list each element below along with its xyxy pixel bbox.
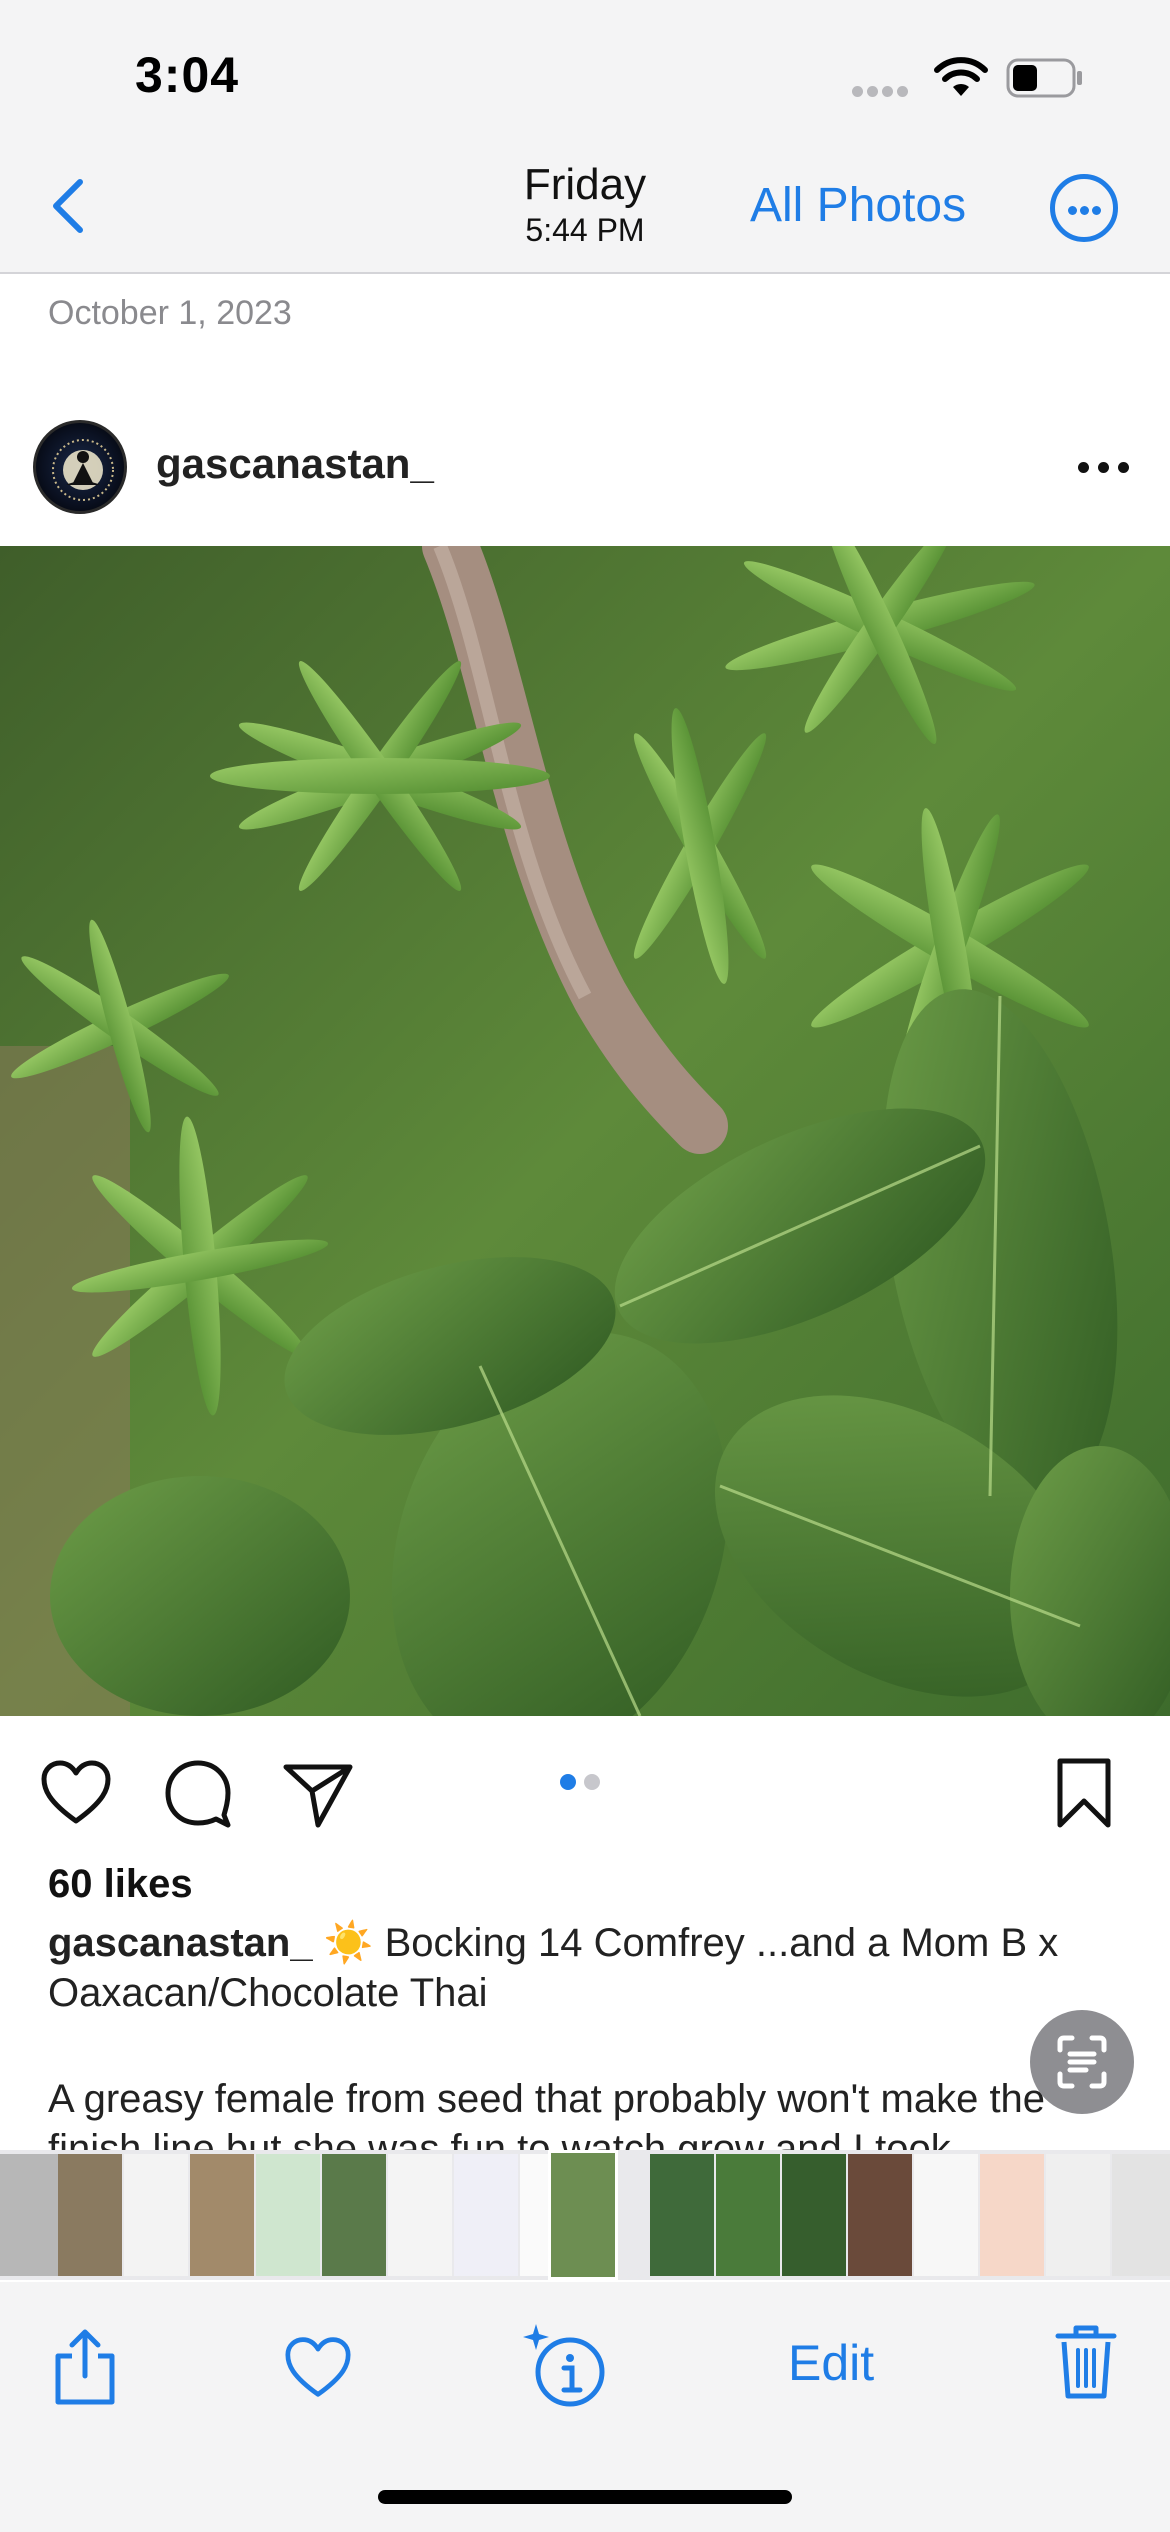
ellipsis-circle-icon[interactable] xyxy=(1050,174,1118,242)
thumbnail[interactable] xyxy=(124,2154,188,2276)
thumbnail[interactable] xyxy=(1046,2154,1110,2276)
live-text-icon xyxy=(1057,2035,1107,2089)
caption-username[interactable]: gascanastan_ xyxy=(48,1921,313,1965)
thumbnail[interactable] xyxy=(322,2154,386,2276)
live-text-button[interactable] xyxy=(1030,2010,1134,2114)
paper-plane-icon[interactable] xyxy=(280,1755,356,1831)
thumbnail-strip[interactable] xyxy=(0,2150,1170,2280)
thumbnail[interactable] xyxy=(650,2154,714,2276)
post-caption: gascanastan_ ☀️ Bocking 14 Comfrey ...an… xyxy=(48,1918,1128,2018)
thumbnail[interactable] xyxy=(1112,2154,1170,2276)
trash-icon[interactable] xyxy=(1054,2322,1118,2402)
thumbnail[interactable] xyxy=(190,2154,254,2276)
battery-icon xyxy=(1006,58,1082,98)
info-sparkle-icon[interactable] xyxy=(518,2320,610,2410)
post-photo xyxy=(0,546,1170,1716)
cellular-signal-icon xyxy=(852,84,916,98)
nav-title: Friday xyxy=(523,160,647,209)
heart-icon[interactable] xyxy=(38,1755,114,1831)
status-bar: 3:04 xyxy=(0,0,1170,150)
thumbnail[interactable] xyxy=(388,2154,452,2276)
thumbnail[interactable] xyxy=(914,2154,978,2276)
date-strip: October 1, 2023 xyxy=(0,276,1170,346)
plant-photo-image xyxy=(0,546,1170,1716)
avatar[interactable] xyxy=(33,420,127,514)
caption-body: A greasy female from seed that probably … xyxy=(48,2077,1046,2154)
post-more-icon[interactable] xyxy=(1078,462,1130,474)
edit-button[interactable]: Edit xyxy=(788,2334,874,2392)
navigation-bar: Friday 5:44 PM All Photos xyxy=(0,150,1170,274)
thumbnail[interactable] xyxy=(848,2154,912,2276)
bottom-toolbar: Edit xyxy=(0,2282,1170,2532)
status-time: 3:04 xyxy=(135,47,240,103)
carousel-indicator xyxy=(560,1774,610,1792)
thumbnail[interactable] xyxy=(716,2154,780,2276)
thumbnail[interactable] xyxy=(980,2154,1044,2276)
thumbnail[interactable] xyxy=(0,2154,64,2276)
all-photos-button[interactable]: All Photos xyxy=(750,178,966,233)
bookmark-icon[interactable] xyxy=(1046,1755,1122,1831)
thumbnail[interactable] xyxy=(58,2154,122,2276)
thumbnail[interactable] xyxy=(454,2154,518,2276)
home-indicator xyxy=(378,2490,792,2504)
share-icon[interactable] xyxy=(50,2326,120,2408)
comment-bubble-icon[interactable] xyxy=(160,1755,236,1831)
nav-subtitle: 5:44 PM xyxy=(525,212,645,248)
thumbnail[interactable] xyxy=(782,2154,846,2276)
post-date: October 1, 2023 xyxy=(48,294,292,332)
post-username[interactable]: gascanastan_ xyxy=(156,440,434,488)
likes-count[interactable]: 60 likes xyxy=(48,1862,193,1907)
favorite-heart-icon[interactable] xyxy=(282,2334,354,2400)
thumbnail[interactable] xyxy=(256,2154,320,2276)
thumbnail[interactable] xyxy=(548,2150,618,2280)
wifi-icon xyxy=(934,57,988,96)
